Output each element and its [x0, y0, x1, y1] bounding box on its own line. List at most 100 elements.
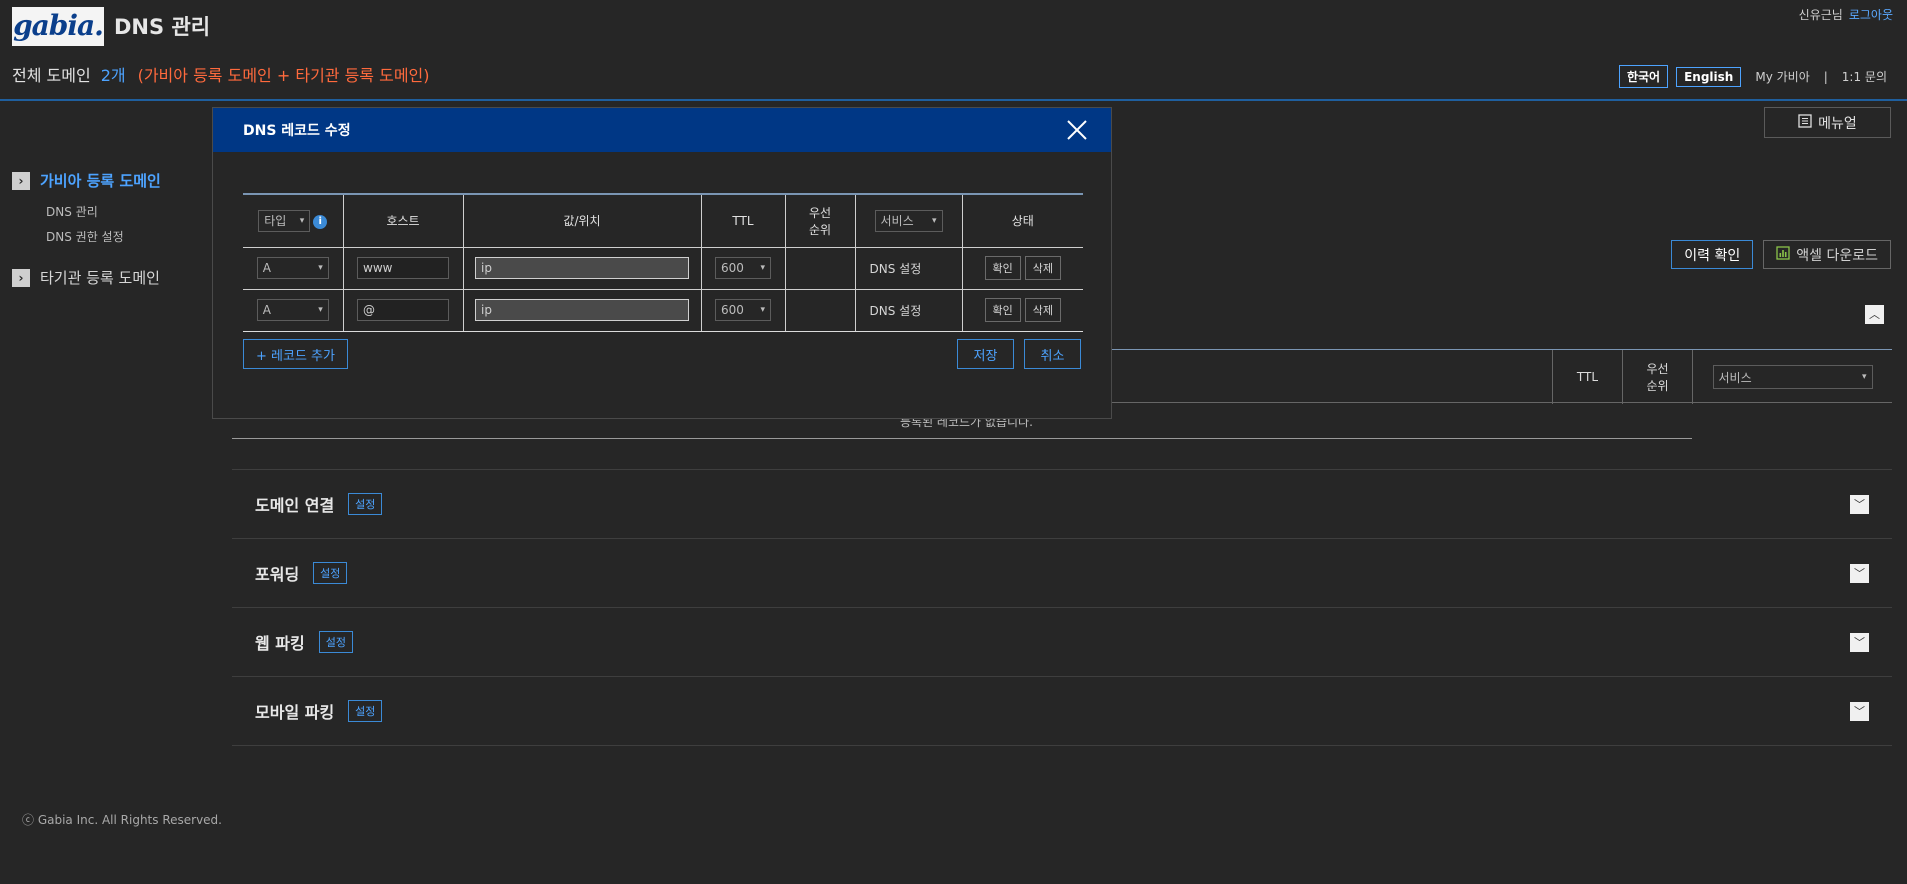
service-select-cell: 서비스 ▾ [1692, 350, 1892, 404]
priority-cell [784, 289, 855, 332]
section-title: 포워딩 [255, 565, 300, 584]
type-select[interactable]: A ▾ [256, 299, 329, 321]
settings-button[interactable]: 설정 [348, 700, 383, 722]
sidebar-item-gabia-domains[interactable]: › 가비아 등록 도메인 [12, 170, 161, 191]
sidebar: › 가비아 등록 도메인 DNS 관리 DNS 권한 설정 › 타기관 등록 도… [12, 170, 161, 288]
service-select[interactable]: 서비스 ▾ [1712, 365, 1873, 389]
add-record-button[interactable]: + 레코드 추가 [243, 339, 348, 369]
section-web-parking: 웹 파킹 설정 ﹀ [232, 607, 1892, 676]
excel-download-label: 액셀 다운로드 [1796, 247, 1878, 264]
sidebar-item-dns-manage[interactable]: DNS 관리 [46, 203, 161, 220]
type-cell: A ▾ [243, 247, 343, 290]
value-input[interactable]: ip [475, 257, 689, 279]
footer-copyright: ⓒ Gabia Inc. All Rights Reserved. [22, 813, 222, 827]
record-action-buttons: 이력 확인 액셀 다운로드 [1671, 240, 1891, 269]
host-input[interactable]: www [357, 257, 449, 279]
domain-summary-sub: (가비아 등록 도메인 + 타기관 등록 도메인) [137, 66, 430, 85]
manual-label: 메뉴얼 [1818, 115, 1857, 132]
close-icon[interactable] [1065, 118, 1089, 142]
column-header-ttl: TTL [700, 193, 785, 248]
column-header-value: 값/위치 [462, 193, 701, 248]
chevron-down-icon: ▾ [299, 215, 305, 226]
service-cell: DNS 설정 [854, 247, 962, 290]
history-button[interactable]: 이력 확인 [1671, 240, 1754, 269]
table-row: A ▾ www ip 600 ▾ DNS 설정 확인 삭제 [243, 247, 1083, 290]
sidebar-item-label: 가비아 등록 도메인 [40, 172, 161, 190]
my-gabia-link[interactable]: My 가비아 [1749, 68, 1815, 85]
column-header-priority: 우선 순위 [784, 193, 855, 248]
expand-toggle[interactable]: ﹀ [1850, 494, 1869, 514]
section-domain-connect: 도메인 연결 설정 ﹀ [232, 469, 1892, 538]
modal-header: DNS 레코드 수정 [213, 108, 1111, 152]
info-icon[interactable]: i [313, 214, 328, 229]
settings-button[interactable]: 설정 [318, 631, 353, 653]
logout-link[interactable]: 로그아웃 [1849, 8, 1893, 22]
save-button[interactable]: 저장 [957, 339, 1014, 369]
type-filter-select[interactable]: 타입 ▾ [258, 209, 311, 232]
user-area: 신유근님 로그아웃 [1799, 6, 1893, 23]
sidebar-item-dns-permission[interactable]: DNS 권한 설정 [46, 228, 161, 245]
chevron-up-icon: ︿ [1869, 308, 1880, 321]
section-title: 도메인 연결 [255, 496, 335, 515]
excel-download-button[interactable]: 액셀 다운로드 [1763, 240, 1891, 269]
value-cell: ip [462, 247, 701, 290]
domain-summary: 전체 도메인 2개 (가비아 등록 도메인 + 타기관 등록 도메인) [12, 62, 430, 86]
chevron-down-icon: ▾ [318, 305, 323, 315]
delete-button[interactable]: 삭제 [1024, 256, 1061, 280]
manual-button[interactable]: 메뉴얼 [1764, 107, 1891, 138]
user-name: 신유근님 [1798, 8, 1843, 22]
expand-toggle[interactable]: ﹀ [1850, 563, 1869, 583]
value-input[interactable]: ip [475, 299, 689, 321]
chevron-down-icon: ▾ [1861, 372, 1867, 382]
chevron-down-icon: ▾ [760, 305, 765, 315]
column-header-type: 타입 ▾ i [243, 193, 343, 248]
host-cell: @ [342, 289, 463, 332]
link-separator: | [1823, 69, 1828, 84]
confirm-button[interactable]: 확인 [984, 256, 1021, 280]
status-cell: 확인 삭제 [961, 247, 1083, 290]
settings-button[interactable]: 설정 [313, 562, 348, 584]
chevron-down-icon: ▾ [931, 215, 937, 226]
column-header-service: 서비스 ▾ [854, 193, 962, 248]
domain-count: 2개 [100, 66, 126, 85]
page-header: gabia. DNS 관리 신유근님 로그아웃 전체 도메인 2개 (가비아 등록 도… [0, 0, 1907, 101]
host-input[interactable]: @ [357, 299, 449, 321]
sidebar-item-label: 타기관 등록 도메인 [40, 269, 160, 287]
lang-ko-button[interactable]: 한국어 [1618, 65, 1669, 88]
ttl-cell: 600 ▾ [700, 247, 785, 290]
column-header-ttl: TTL [1552, 350, 1622, 404]
column-header-priority: 우선 순위 [1622, 350, 1692, 404]
table-row: A ▾ @ ip 600 ▾ DNS 설정 확인 삭제 [243, 289, 1083, 332]
service-cell: DNS 설정 [854, 289, 962, 332]
settings-button[interactable]: 설정 [348, 493, 383, 515]
expand-toggle[interactable]: ﹀ [1850, 701, 1869, 721]
ttl-select[interactable]: 600 ▾ [715, 299, 771, 321]
table-header-row: 타입 ▾ i 호스트 값/위치 TTL 우선 순위 서비스 ▾ 상태 [243, 193, 1083, 248]
priority-cell [784, 247, 855, 290]
service-filter-select[interactable]: 서비스 ▾ [874, 209, 943, 232]
modal-title: DNS 레코드 수정 [243, 123, 351, 139]
confirm-button[interactable]: 확인 [984, 298, 1021, 322]
chevron-right-icon: › [12, 268, 30, 287]
gabia-logo[interactable]: gabia. [12, 7, 104, 46]
value-cell: ip [462, 289, 701, 332]
chevron-right-icon: › [12, 171, 30, 190]
delete-button[interactable]: 삭제 [1024, 298, 1061, 322]
ttl-select[interactable]: 600 ▾ [715, 257, 771, 279]
type-select[interactable]: A ▾ [256, 257, 329, 279]
chevron-down-icon: ▾ [760, 263, 765, 273]
column-header-status: 상태 [961, 193, 1083, 248]
cancel-button[interactable]: 취소 [1024, 339, 1081, 369]
type-cell: A ▾ [243, 289, 343, 332]
document-icon [1798, 113, 1812, 132]
domain-summary-label: 전체 도메인 [12, 66, 91, 85]
inquiry-link[interactable]: 1:1 문의 [1836, 68, 1893, 85]
chevron-down-icon: ﹀ [1854, 566, 1865, 580]
lang-en-button[interactable]: English [1676, 66, 1742, 87]
expand-toggle[interactable]: ﹀ [1850, 632, 1869, 652]
sidebar-item-other-domains[interactable]: › 타기관 등록 도메인 [12, 267, 161, 288]
section-mobile-parking: 모바일 파킹 설정 ﹀ [232, 676, 1892, 745]
chevron-down-icon: ﹀ [1854, 635, 1865, 649]
ttl-cell: 600 ▾ [700, 289, 785, 332]
collapse-toggle[interactable]: ︿ [1865, 305, 1884, 324]
